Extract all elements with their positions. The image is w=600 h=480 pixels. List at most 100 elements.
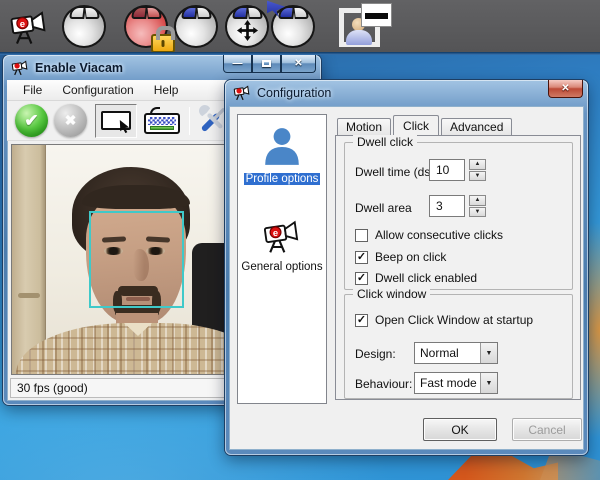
config-titlebar: Configuration xyxy=(233,80,331,105)
checkbox-beep-on-click[interactable]: ✓ Beep on click xyxy=(355,250,446,264)
config-client: Profile options e General options xyxy=(229,106,584,450)
config-close-button[interactable]: ✕ xyxy=(548,80,583,98)
close-icon: ✕ xyxy=(294,59,302,69)
checkbox-label: Open Click Window at startup xyxy=(375,313,533,327)
checkbox-box[interactable]: ✓ xyxy=(355,251,368,264)
checkbox-open-click-window-at-startup[interactable]: ✓ Open Click Window at startup xyxy=(355,313,533,327)
mouse-right-button xyxy=(196,6,211,19)
spin-up-button[interactable]: ▲ xyxy=(469,159,486,170)
menu-configuration[interactable]: Configuration xyxy=(52,81,143,99)
profile-person-icon xyxy=(261,125,303,167)
left-click-mouse-button[interactable] xyxy=(174,5,218,48)
maximize-icon xyxy=(262,60,271,67)
design-label: Design: xyxy=(355,347,396,361)
mouse-left-button xyxy=(181,6,197,19)
mouse-left-button xyxy=(232,6,248,19)
dwell-click-group: Dwell click Dwell time (ds) 10 ▲ ▼ Dwell… xyxy=(344,142,573,290)
fps-status: 30 fps (good) xyxy=(17,381,88,395)
config-tabs: Motion Click Advanced xyxy=(337,115,514,135)
options-button[interactable] xyxy=(197,103,228,139)
general-options-label: General options xyxy=(239,261,324,273)
mouse-right-button xyxy=(293,6,308,19)
dwell-time-input[interactable]: 10 xyxy=(429,159,465,181)
tab-click[interactable]: Click xyxy=(393,115,439,135)
mouse-right-button xyxy=(84,6,99,19)
toggle-main-window-button[interactable] xyxy=(336,3,392,49)
tab-motion[interactable]: Motion xyxy=(337,118,391,135)
eviacam-titlebar-icon xyxy=(11,60,29,76)
profile-options-label: Profile options xyxy=(244,173,321,185)
drag-click-mouse-button[interactable] xyxy=(225,5,269,48)
behaviour-dropdown[interactable]: Fast mode ▼ xyxy=(414,372,498,394)
dwell-area-value: 3 xyxy=(436,199,443,213)
spin-down-button[interactable]: ▼ xyxy=(469,207,486,218)
no-click-mouse-button[interactable] xyxy=(62,5,106,48)
maximize-button[interactable] xyxy=(252,55,281,73)
minimize-icon: — xyxy=(233,59,243,69)
dwell-area-spinner: ▲ ▼ xyxy=(469,195,486,217)
enable-tracking-button[interactable] xyxy=(15,104,48,137)
window-frame-background xyxy=(12,145,46,374)
click-window-toolbar: e xyxy=(0,0,600,52)
dwell-time-spinner: ▲ ▼ xyxy=(469,159,486,181)
face-tracking-rectangle xyxy=(89,211,184,308)
close-button[interactable]: ✕ xyxy=(281,55,316,73)
menu-file[interactable]: File xyxy=(13,81,52,99)
disable-tracking-button[interactable] xyxy=(54,104,87,137)
keyboard-icon xyxy=(144,113,180,134)
dwell-area-input[interactable]: 3 xyxy=(429,195,465,217)
ok-button[interactable]: OK xyxy=(423,418,497,441)
locked-click-mouse-button[interactable] xyxy=(124,5,168,48)
eviacam-titlebar-icon xyxy=(233,85,251,101)
desktop: e xyxy=(0,0,600,480)
window-frame-handle xyxy=(18,293,40,298)
monitor-cursor-icon xyxy=(101,111,131,130)
options-listbox: Profile options e General options xyxy=(237,114,327,404)
chevron-down-icon[interactable]: ▼ xyxy=(480,373,497,393)
behaviour-value: Fast mode xyxy=(415,376,480,390)
spin-up-button[interactable]: ▲ xyxy=(469,195,486,206)
minimize-button[interactable]: — xyxy=(223,55,252,73)
checkbox-box[interactable] xyxy=(355,229,368,242)
checkbox-box[interactable]: ✓ xyxy=(355,272,368,285)
toolbar-separator xyxy=(189,107,190,135)
mouse-right-button xyxy=(247,6,262,19)
svg-text:e: e xyxy=(20,19,25,30)
design-dropdown[interactable]: Normal ▼ xyxy=(414,342,498,364)
window-bar-icon xyxy=(365,13,388,19)
dwell-time-label: Dwell time (ds) xyxy=(355,165,434,179)
wrench-screwdriver-icon xyxy=(197,103,228,134)
behaviour-label: Behaviour: xyxy=(355,377,412,391)
checkbox-label: Beep on click xyxy=(375,250,446,264)
mouse-right-button xyxy=(146,6,161,19)
mouse-left-button xyxy=(69,6,85,19)
lock-icon xyxy=(151,34,175,53)
checkbox-label: Allow consecutive clicks xyxy=(375,228,503,242)
config-dialog-title: Configuration xyxy=(257,86,331,100)
click-window-toggle-button[interactable] xyxy=(95,104,137,138)
checkbox-allow-consecutive-clicks[interactable]: Allow consecutive clicks xyxy=(355,228,503,242)
click-tab-panel: Dwell click Dwell time (ds) 10 ▲ ▼ Dwell… xyxy=(335,135,581,400)
dwell-area-label: Dwell area xyxy=(355,201,412,215)
cancel-button[interactable]: Cancel xyxy=(512,418,582,441)
design-value: Normal xyxy=(415,346,480,360)
tab-advanced[interactable]: Advanced xyxy=(441,118,512,135)
main-window-titlebar: Enable Viacam xyxy=(11,55,123,80)
sidebar-item-general-options[interactable]: e General options xyxy=(238,219,326,273)
dwell-click-legend: Dwell click xyxy=(353,135,417,149)
onscreen-keyboard-button[interactable] xyxy=(144,108,180,134)
main-window-title: Enable Viacam xyxy=(35,61,123,75)
mouse-left-button xyxy=(131,6,147,19)
click-window-legend: Click window xyxy=(353,287,430,301)
move-cross-icon xyxy=(236,19,259,47)
checkbox-dwell-click-enabled[interactable]: ✓ Dwell click enabled xyxy=(355,271,477,285)
checkbox-box[interactable]: ✓ xyxy=(355,314,368,327)
spin-down-button[interactable]: ▼ xyxy=(469,171,486,182)
menu-help[interactable]: Help xyxy=(144,81,189,99)
person-hair-fringe xyxy=(82,185,190,209)
chevron-down-icon[interactable]: ▼ xyxy=(480,343,497,363)
dwell-time-value: 10 xyxy=(436,163,449,177)
sidebar-item-profile-options[interactable]: Profile options xyxy=(238,125,326,185)
configuration-dialog: Configuration ✕ Profile options xyxy=(225,80,588,455)
double-click-mouse-button[interactable] xyxy=(271,5,315,48)
